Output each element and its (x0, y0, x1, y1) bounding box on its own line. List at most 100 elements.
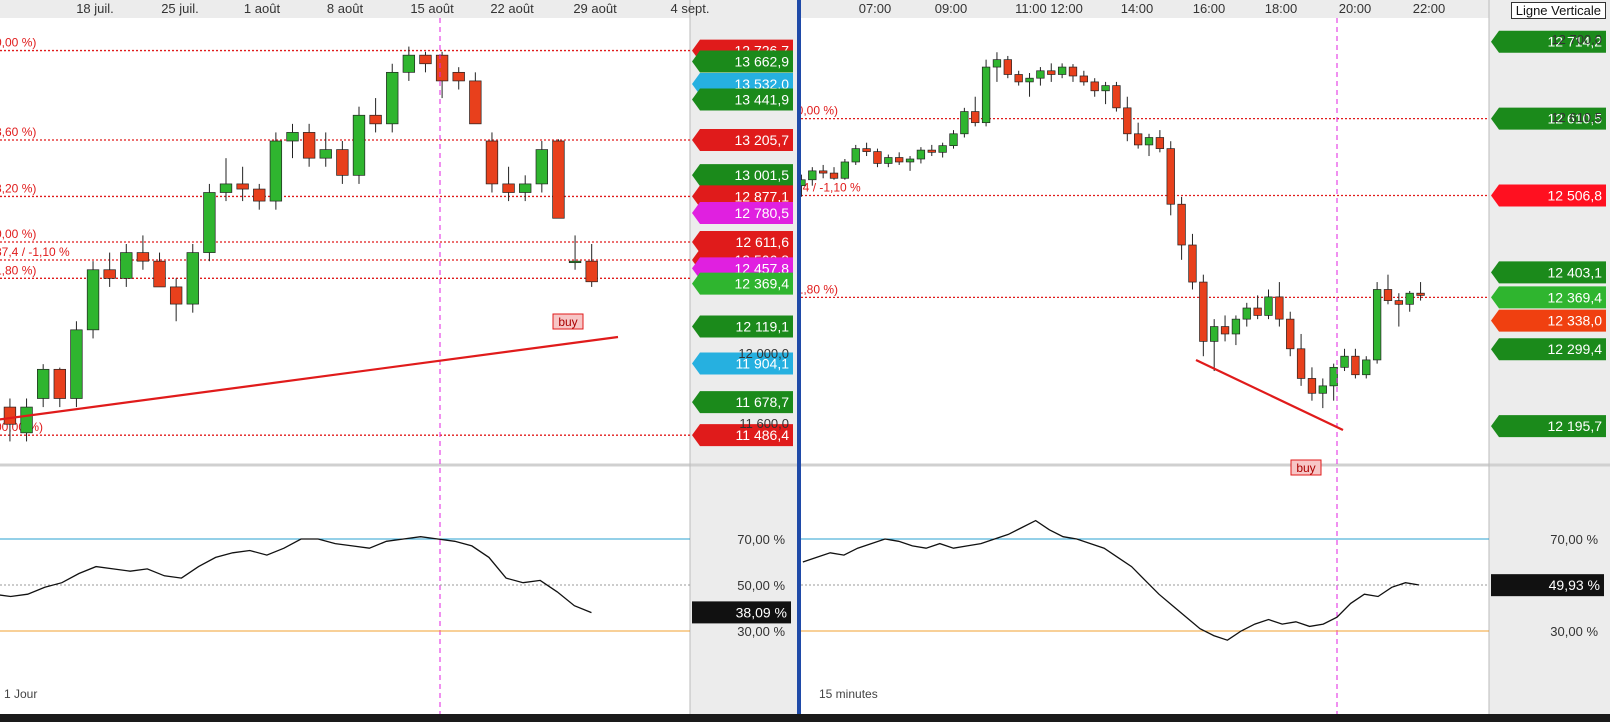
buy-signal-label: buy (558, 315, 577, 329)
candle-body (402, 54, 416, 73)
price-tag-label: 12 506,8 (1548, 187, 1603, 203)
time-tick-label: 20:00 (1339, 1, 1372, 16)
candle-body (981, 66, 991, 124)
candle-body (369, 114, 382, 125)
candle-body (1416, 292, 1425, 296)
candle-body (1231, 318, 1241, 335)
candle-body (120, 252, 133, 279)
candle-body (1134, 133, 1143, 146)
candle-body (103, 269, 116, 279)
left-chart-panel[interactable]: 18 juil. 25 juil. 1 août 8 août 15 août 22 ao… (0, 0, 797, 722)
candle-body (319, 149, 332, 159)
candle-body (1188, 244, 1197, 283)
candle-body (169, 286, 183, 305)
fib-level-label: 37,4 / -1,10 % (801, 180, 861, 194)
candle-body (70, 329, 83, 399)
vertical-line-tool-label[interactable]: Ligne Verticale (1510, 2, 1606, 19)
candle-body (1220, 326, 1230, 335)
price-axis-tick: 11 600,0 (739, 416, 789, 431)
candle-body (1296, 348, 1306, 379)
time-tick-label: 18 juil. (76, 1, 114, 16)
price-tag-label: 13 441,9 (735, 91, 790, 107)
candle-body (905, 158, 915, 163)
price-tag-label: 12 369,4 (735, 276, 790, 292)
fib-level-label: 1,80 %) (0, 263, 36, 277)
price-tag-label: 12 195,7 (1548, 418, 1603, 434)
candle-body (1155, 137, 1165, 149)
time-tick-label: 15 août (410, 1, 454, 16)
candle-body (236, 183, 249, 190)
candle-body (136, 252, 150, 262)
rsi-level-label: 70,00 % (737, 532, 785, 547)
candle-body (1199, 281, 1208, 342)
candle-body (1351, 355, 1360, 376)
candle-body (1144, 137, 1154, 146)
candle-body (386, 71, 399, 125)
candle-body (1025, 77, 1034, 83)
candle-body (1166, 148, 1175, 205)
candle-body (938, 145, 947, 153)
fib-level-label: (61,80 %) (801, 282, 838, 296)
fib-level-label: 0,00 %) (0, 36, 36, 50)
candle-body (1047, 70, 1056, 75)
time-tick-label: 14:00 (1121, 1, 1154, 16)
price-tag-label: 13 662,9 (735, 54, 790, 70)
candle-body (585, 260, 598, 283)
candle-body (203, 192, 216, 253)
candle-body (469, 80, 482, 125)
candle-body (927, 149, 936, 153)
time-tick-label: 18:00 (1265, 1, 1298, 16)
daily-chart-svg[interactable]: 18 juil. 25 juil. 1 août 8 août 15 août 22 ao… (0, 0, 797, 722)
buy-signal-label: buy (1296, 461, 1315, 475)
candle-body (992, 59, 1002, 68)
time-tick-label: 22:00 (1413, 1, 1446, 16)
candle-body (286, 132, 299, 142)
price-tag-label: 12 119,1 (736, 319, 790, 335)
candle-body (949, 133, 958, 147)
fib-level-label: (50,00 %) (801, 104, 838, 118)
rsi-value-label: 49,93 % (1549, 577, 1600, 593)
candle-body (1014, 74, 1023, 83)
candle-body (1307, 378, 1317, 394)
candle-body (37, 368, 50, 399)
candle-body (1275, 296, 1284, 320)
price-axis-tick: 12 000,0 (738, 346, 789, 361)
candle-body (1318, 385, 1327, 394)
candle-body (829, 172, 839, 179)
fib-level-label: 8,20 %) (0, 181, 36, 195)
candle-body (1079, 75, 1088, 83)
price-tag-label: 13 205,7 (735, 132, 790, 148)
price-tag-label: 12 338,0 (1548, 313, 1603, 329)
intraday-chart-svg[interactable]: 07:00 09:00 11:00 12:00 14:00 16:00 18:00 20:0… (801, 0, 1610, 722)
price-tag-label: 12 369,4 (1548, 289, 1603, 305)
candle-body (568, 260, 582, 264)
time-tick-label: 25 juil. (161, 1, 199, 16)
candle-body (801, 179, 806, 187)
candle-body (1340, 355, 1349, 368)
candle-body (3, 406, 17, 425)
right-chart-panel[interactable]: 07:00 09:00 11:00 12:00 14:00 16:00 18:00 20:0… (801, 0, 1610, 722)
candle-body (485, 140, 499, 185)
price-tag-label: 13 001,5 (735, 167, 790, 183)
candle-body (269, 140, 283, 202)
candle-body (808, 170, 817, 181)
candle-body (1394, 300, 1403, 305)
time-tick-label: 11:00 12:00 (1015, 1, 1083, 16)
price-tag-label: 12 299,4 (1548, 341, 1603, 357)
candle-body (895, 157, 904, 163)
candle-body (1112, 85, 1121, 109)
rsi-level-label: 30,00 % (1550, 624, 1598, 639)
candle-body (1090, 81, 1099, 92)
fib-level-label: 3,60 %) (0, 125, 36, 139)
candle-body (840, 161, 850, 179)
rsi-value-label: 38,09 % (736, 604, 787, 620)
time-tick-label: 1 août (244, 1, 281, 16)
time-tick-label: 09:00 (935, 1, 968, 16)
candle-body (916, 149, 926, 160)
price-tag-label: 12 403,1 (1548, 264, 1603, 280)
candle-body (435, 54, 449, 82)
time-tick-label: 07:00 (859, 1, 892, 16)
candle-body (1177, 203, 1186, 246)
candle-body (452, 71, 465, 82)
trend-line (1195, 359, 1344, 431)
